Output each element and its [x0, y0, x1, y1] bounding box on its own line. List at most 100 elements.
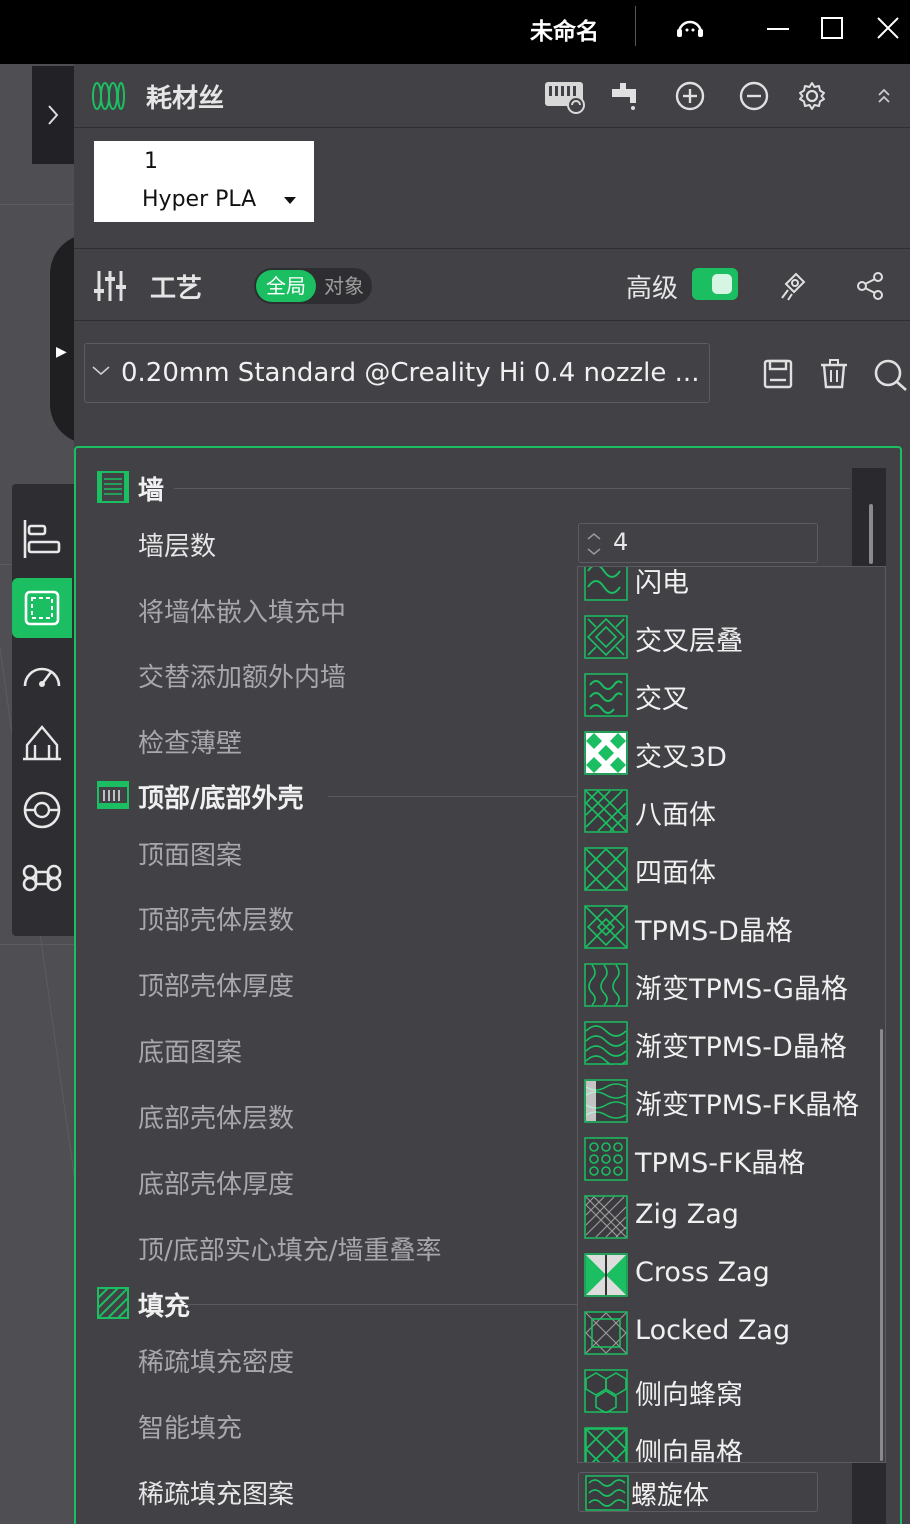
lateral-lattice-pattern-icon — [584, 1427, 628, 1462]
tool-others-button[interactable] — [12, 848, 72, 908]
spinner-arrows-icon[interactable] — [585, 530, 603, 558]
filament-feed-icon[interactable] — [608, 78, 644, 114]
title-bar: 未命名 — [0, 0, 910, 64]
minimize-icon[interactable] — [760, 10, 796, 46]
close-icon[interactable] — [870, 10, 906, 46]
dropdown-item[interactable]: 渐变TPMS-G晶格 — [578, 955, 878, 1013]
dropdown-item[interactable]: Locked Zag — [578, 1303, 878, 1361]
wall-loops-label: 墙层数 — [138, 532, 217, 562]
dropdown-item-label: Locked Zag — [635, 1315, 791, 1346]
lateral-honeycomb-pattern-icon — [584, 1369, 628, 1413]
dropdown-scrollbar[interactable] — [880, 1029, 883, 1461]
strength-frame-icon — [24, 590, 60, 626]
process-preset-select[interactable]: 0.20mm Standard @Creality Hi 0.4 nozzle … — [84, 343, 710, 403]
filament-settings-gear-icon[interactable] — [794, 78, 830, 114]
dropdown-item[interactable]: Cross Zag — [578, 1245, 878, 1303]
dropdown-item[interactable]: 交叉 — [578, 665, 878, 723]
scope-toggle[interactable]: 全局 对象 — [254, 268, 372, 304]
dropdown-item[interactable]: 侧向蜂窝 — [578, 1361, 878, 1419]
lightning-pattern-icon — [584, 567, 628, 601]
tool-support-button[interactable] — [12, 712, 72, 772]
dropdown-item-label: 八面体 — [635, 800, 716, 831]
share-icon[interactable] — [852, 268, 888, 304]
gradient-tpms-g-pattern-icon — [584, 963, 628, 1007]
save-icon[interactable] — [760, 356, 796, 392]
filament-header: 耗材丝 — [74, 64, 910, 127]
delete-icon[interactable] — [816, 356, 852, 392]
remove-filament-icon[interactable] — [736, 78, 772, 114]
tool-speed-button[interactable] — [12, 646, 72, 706]
dropdown-item-label: TPMS-FK晶格 — [635, 1148, 806, 1179]
settings-scrollbar-thumb[interactable] — [869, 504, 873, 564]
wall-count-stepper[interactable]: 4 — [578, 523, 818, 563]
dropdown-item-label: 渐变TPMS-FK晶格 — [635, 1090, 860, 1121]
dropdown-item[interactable]: 四面体 — [578, 839, 878, 897]
expand-arrow-icon[interactable]: ▶ — [56, 344, 67, 360]
wall-count-value: 4 — [613, 528, 629, 556]
command-key-icon — [22, 864, 62, 892]
zig-zag-pattern-icon — [584, 1195, 628, 1239]
detect-thin-wall-label: 检查薄壁 — [138, 729, 243, 759]
support-structure-icon — [23, 725, 61, 761]
section-wall: 墙 — [96, 468, 856, 508]
embed-wall-label: 将墙体嵌入填充中 — [138, 598, 347, 628]
bed-shape — [50, 234, 74, 444]
infill-pattern-value: 螺旋体 — [631, 1481, 710, 1511]
scope-global[interactable]: 全局 — [256, 270, 316, 302]
dropdown-item-label: 闪电 — [635, 568, 689, 599]
infill-pattern-select[interactable]: 螺旋体 — [578, 1472, 818, 1512]
cross-pattern-icon — [584, 673, 628, 717]
top-pattern-label: 顶面图案 — [138, 841, 243, 871]
tpms-d-pattern-icon — [584, 905, 628, 949]
dropdown-item[interactable]: TPMS-D晶格 — [578, 897, 878, 955]
dropdown-item[interactable]: 交叉3D — [578, 723, 878, 781]
cross-zag-pattern-icon — [584, 1253, 628, 1297]
dropdown-item-label: Cross Zag — [635, 1257, 770, 1288]
sparse-infill-pattern-label: 稀疏填充图案 — [138, 1480, 295, 1510]
infill-section-icon — [97, 1287, 129, 1319]
advanced-switch[interactable] — [692, 268, 738, 300]
dropdown-item-label: 四面体 — [635, 858, 716, 889]
layers-align-icon — [23, 520, 61, 558]
spool-target-icon — [23, 791, 61, 829]
tool-rail — [12, 484, 74, 936]
scope-object[interactable]: 对象 — [318, 270, 370, 302]
filament-slot-card[interactable]: 1 Hyper PLA — [94, 141, 314, 222]
dropdown-item[interactable]: 闪电 — [578, 567, 878, 607]
sync-filament-icon[interactable] — [542, 78, 588, 114]
tool-strength-button[interactable] — [12, 578, 72, 638]
sparse-infill-density-label: 稀疏填充密度 — [138, 1348, 295, 1378]
collapse-up-icon[interactable] — [874, 78, 894, 114]
dropdown-item[interactable]: 渐变TPMS-D晶格 — [578, 1013, 878, 1071]
window-title: 未命名 — [530, 19, 599, 45]
support-avatar-icon[interactable] — [672, 10, 708, 46]
dropdown-item-label: TPMS-D晶格 — [635, 916, 793, 947]
tpms-fk-pattern-icon — [584, 1137, 628, 1181]
tool-quality-button[interactable] — [12, 509, 72, 569]
tool-multimaterial-button[interactable] — [12, 780, 72, 840]
search-icon[interactable] — [872, 356, 908, 392]
process-preset-value: 0.20mm Standard @Creality Hi 0.4 nozzle … — [121, 358, 700, 388]
gradient-tpms-fk-pattern-icon — [584, 1079, 628, 1123]
infill-pattern-dropdown[interactable]: 闪电 交叉层叠 交叉 交叉3D 八面体 四面体 TPMS-D晶格 渐变TPMS-G晶格 渐变TP… — [577, 566, 886, 1463]
top-shell-thickness-label: 顶部壳体厚度 — [138, 972, 295, 1002]
section-shell-title: 顶部/底部外壳 — [138, 784, 304, 814]
shell-section-icon — [97, 781, 129, 809]
tuning-badge-icon[interactable] — [776, 268, 812, 304]
add-filament-icon[interactable] — [672, 78, 708, 114]
speedometer-icon — [23, 667, 61, 687]
tetrahedral-pattern-icon — [584, 847, 628, 891]
dropdown-item-label: 侧向晶格 — [635, 1438, 743, 1463]
section-infill-title: 填充 — [138, 1292, 191, 1322]
dropdown-item[interactable]: TPMS-FK晶格 — [578, 1129, 878, 1187]
dropdown-item[interactable]: 交叉层叠 — [578, 607, 878, 665]
sliders-icon — [92, 268, 128, 304]
dropdown-item[interactable]: Zig Zag — [578, 1187, 878, 1245]
dropdown-caret-icon[interactable] — [284, 197, 296, 204]
maximize-icon[interactable] — [814, 10, 850, 46]
dropdown-item[interactable]: 八面体 — [578, 781, 878, 839]
dropdown-item[interactable]: 渐变TPMS-FK晶格 — [578, 1071, 878, 1129]
sidebar-collapse-button[interactable] — [32, 66, 74, 164]
cross-3d-pattern-icon — [584, 731, 628, 775]
dropdown-item[interactable]: 侧向晶格 — [578, 1419, 878, 1463]
